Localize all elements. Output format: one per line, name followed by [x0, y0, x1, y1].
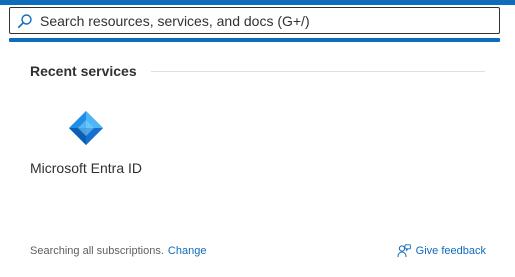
recent-service-entra-id[interactable]: Microsoft Entra ID — [22, 108, 150, 206]
feedback-person-icon — [397, 244, 411, 258]
search-focus-underline — [9, 38, 500, 42]
global-search-box[interactable] — [9, 7, 500, 34]
feedback-label: Give feedback — [415, 245, 486, 257]
search-icon — [17, 13, 33, 29]
recent-services-header: Recent services — [30, 61, 485, 81]
divider — [150, 70, 485, 72]
top-accent-bar — [0, 0, 515, 5]
service-label: Microsoft Entra ID — [29, 160, 143, 176]
give-feedback-link[interactable]: Give feedback — [397, 244, 486, 258]
entra-id-icon — [69, 111, 103, 145]
subscription-status-text: Searching all subscriptions. — [30, 245, 164, 257]
change-subscriptions-link[interactable]: Change — [168, 245, 207, 257]
search-input[interactable] — [40, 9, 499, 32]
search-footer: Searching all subscriptions. Change Give… — [30, 243, 486, 259]
section-title: Recent services — [30, 63, 137, 79]
